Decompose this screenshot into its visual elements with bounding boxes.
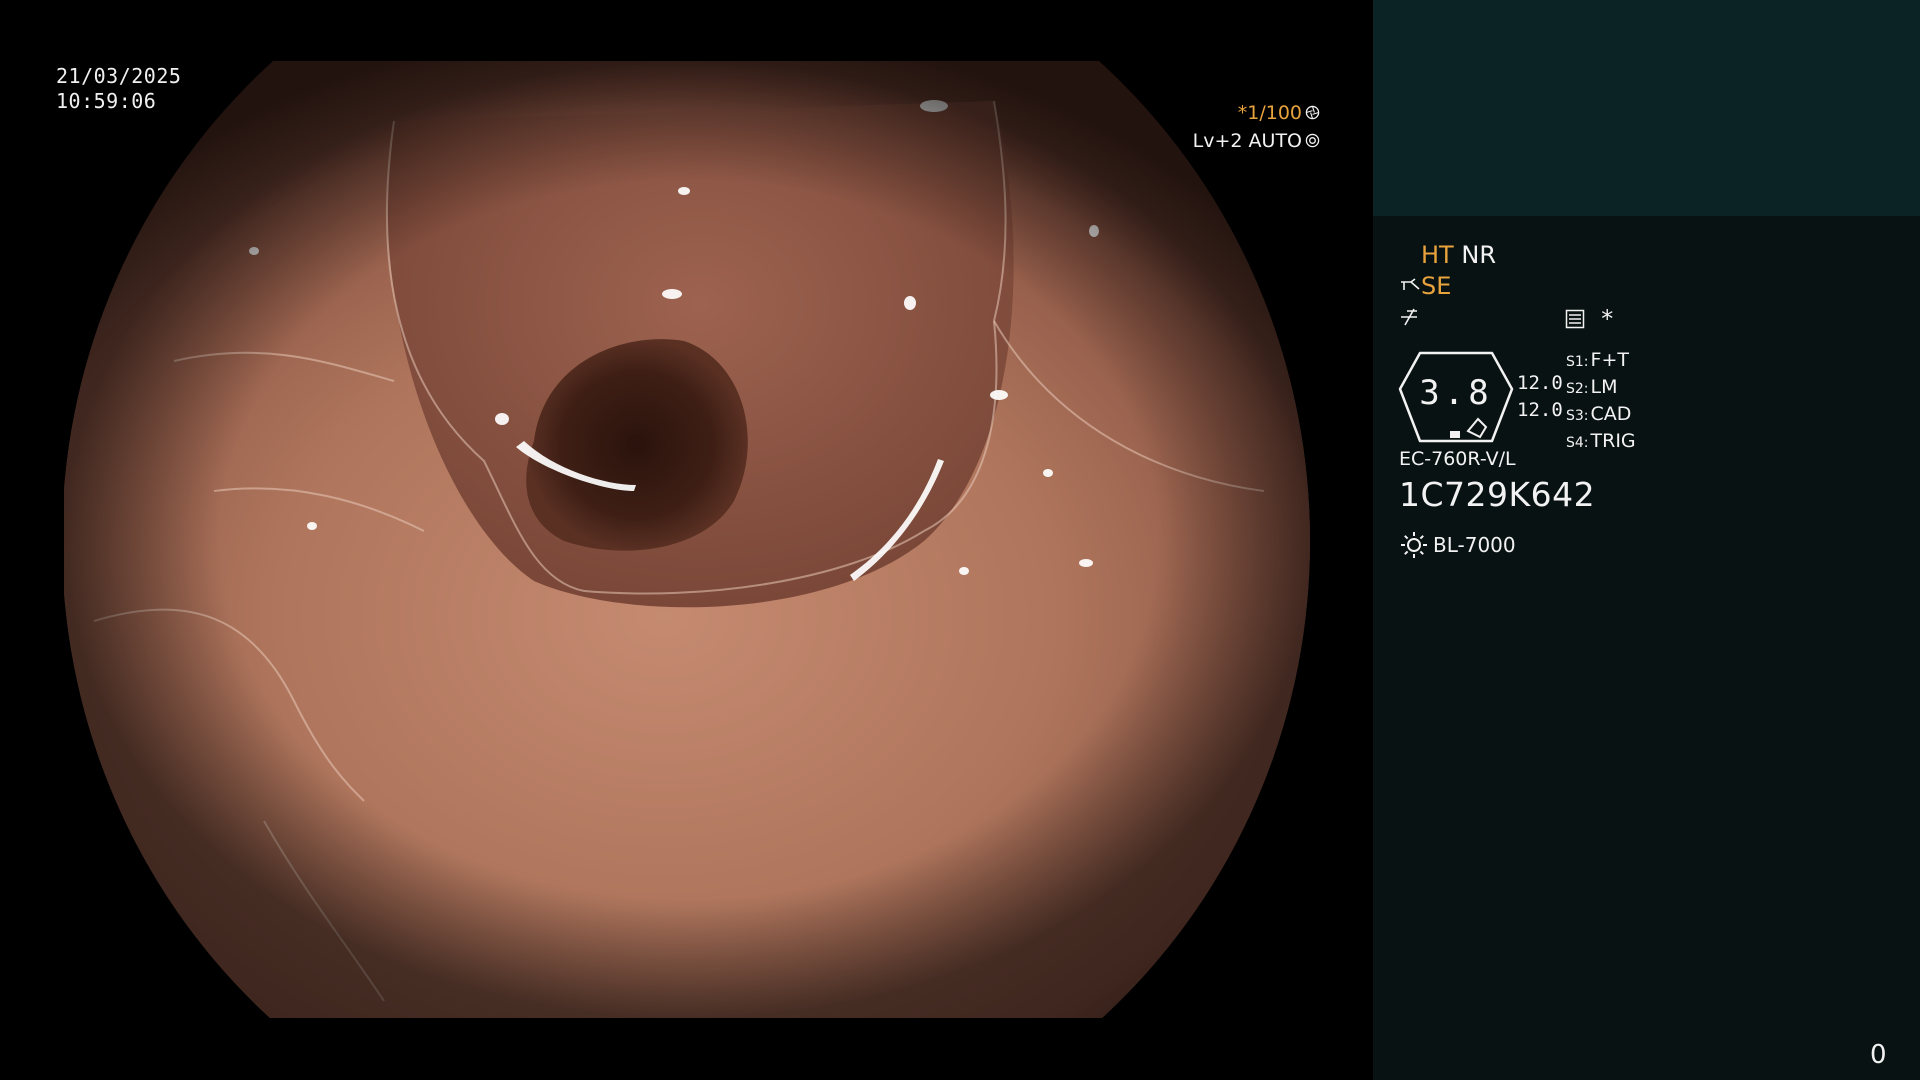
sun-icon bbox=[1401, 532, 1427, 558]
status-panel: HT NR SE * 3.8 12.0 12.0 S1: F+T S2: LM S3… bbox=[1373, 0, 1920, 1080]
signal-icon bbox=[1401, 308, 1417, 326]
switch-row-s4: S4: TRIG bbox=[1566, 429, 1636, 456]
scope-tip-icon bbox=[1401, 278, 1420, 290]
status-row-spacer bbox=[1399, 245, 1421, 265]
switch-key: S1: bbox=[1566, 354, 1589, 370]
switch-key: S2: bbox=[1566, 381, 1589, 397]
date-time-overlay: 21/03/2025 10:59:06 bbox=[56, 64, 181, 114]
switch-key: S3: bbox=[1566, 408, 1589, 424]
aperture-icon bbox=[1305, 105, 1320, 120]
panel-header bbox=[1373, 0, 1920, 216]
brightness-level: Lv+2 AUTO bbox=[1193, 127, 1320, 155]
switch-value: F+T bbox=[1590, 349, 1629, 371]
switch-value: TRIG bbox=[1590, 430, 1636, 452]
nr-label: NR bbox=[1461, 241, 1496, 269]
date-text: 21/03/2025 bbox=[56, 64, 182, 88]
endoscopic-image bbox=[64, 61, 1314, 1018]
scope-serial-number: 1C729K642 bbox=[1399, 475, 1596, 514]
status-row-signal bbox=[1399, 302, 1496, 333]
switch-row-s2: S2: LM bbox=[1566, 375, 1636, 402]
iris-icon bbox=[1305, 133, 1320, 148]
reading-2: 12.0 bbox=[1517, 399, 1563, 421]
switch-row-s3: S3: CAD bbox=[1566, 402, 1636, 429]
switch-settings: S1: F+T S2: LM S3: CAD S4: TRIG bbox=[1566, 348, 1636, 456]
switch-row-s1: S1: F+T bbox=[1566, 348, 1636, 375]
exposure-overlay: *1/100 Lv+2 AUTO bbox=[1193, 99, 1320, 155]
shutter-speed: *1/100 bbox=[1193, 99, 1320, 127]
gauge-value: 3.8 bbox=[1419, 373, 1493, 413]
status-row-ht-nr: HT NR bbox=[1399, 240, 1496, 271]
status-row-se: SE bbox=[1399, 271, 1496, 302]
star-indicator: * bbox=[1600, 305, 1615, 333]
light-source: BL-7000 bbox=[1399, 530, 1516, 560]
light-source-label: BL-7000 bbox=[1433, 533, 1516, 557]
shutter-speed-text: *1/100 bbox=[1237, 102, 1302, 124]
readings: 12.0 12.0 bbox=[1517, 370, 1563, 424]
brightness-level-text: Lv+2 AUTO bbox=[1192, 130, 1302, 152]
endoscope-monitor: 21/03/2025 10:59:06 *1/100 Lv+2 AUTO HT … bbox=[0, 0, 1920, 1080]
scope-model: EC-760R-V/L bbox=[1399, 448, 1516, 470]
endoscopic-view: 21/03/2025 10:59:06 *1/100 Lv+2 AUTO bbox=[0, 0, 1372, 1080]
image-counter: 0 bbox=[1870, 1040, 1887, 1070]
menu-icon bbox=[1565, 309, 1585, 329]
switch-value: CAD bbox=[1590, 403, 1632, 425]
image-enhancement-status: HT NR SE bbox=[1399, 240, 1496, 333]
se-label: SE bbox=[1421, 272, 1452, 300]
switch-value: LM bbox=[1590, 376, 1618, 398]
time-text: 10:59:06 bbox=[56, 89, 157, 113]
switch-key: S4: bbox=[1566, 435, 1589, 451]
reading-1: 12.0 bbox=[1517, 372, 1563, 394]
ht-label: HT bbox=[1421, 241, 1454, 269]
